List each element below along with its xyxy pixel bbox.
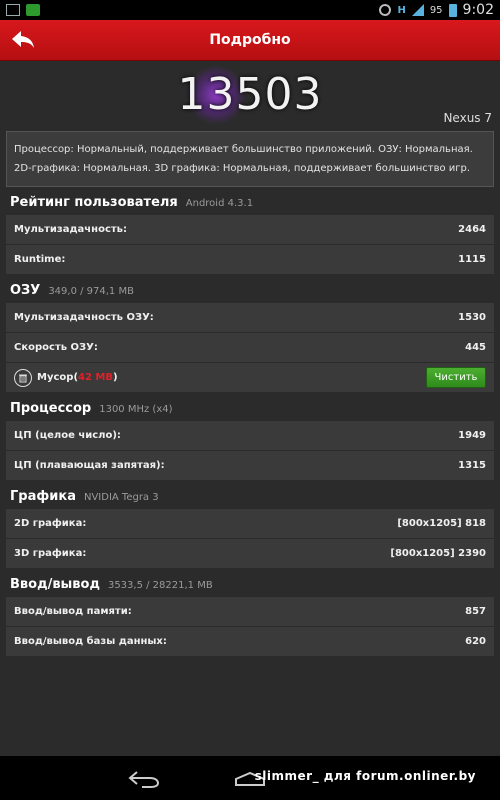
section-title: Ввод/вывод — [10, 577, 100, 592]
score-area: 13503 Nexus 7 — [0, 61, 500, 131]
row-label: Мультизадачность: — [14, 224, 127, 235]
row-value: 2464 — [458, 224, 486, 235]
row-value: 1315 — [458, 460, 486, 471]
row-label: Runtime: — [14, 254, 66, 265]
junk-size: 42 MB — [78, 372, 113, 383]
section-subtitle: 3533,5 / 28221,1 MB — [107, 580, 213, 591]
row-value: 620 — [465, 636, 486, 647]
row-value: [800x1205] 2390 — [390, 548, 486, 559]
section-graphics: Графика NVIDIA Tegra 3 — [10, 489, 490, 505]
section-title: Процессор — [10, 401, 92, 416]
section-user-rating: Рейтинг пользователя Android 4.3.1 — [10, 195, 490, 211]
alarm-icon — [379, 4, 392, 16]
watermark: slimmer_ для forum.onliner.by — [254, 769, 476, 783]
device-name: Nexus 7 — [443, 111, 492, 125]
table-row: Ввод/вывод базы данных: 620 — [6, 627, 494, 657]
battery-icon — [448, 3, 457, 17]
row-label: 2D графика: — [14, 518, 87, 529]
back-arrow-icon[interactable] — [10, 28, 36, 52]
row-label: ЦП (плавающая запятая): — [14, 460, 165, 471]
table-row: Runtime: 1115 — [6, 245, 494, 275]
row-label: ЦП (целое число): — [14, 430, 121, 441]
table-row: 3D графика: [800x1205] 2390 — [6, 539, 494, 569]
section-subtitle: 1300 MHz (x4) — [99, 404, 173, 415]
row-label: Скорость ОЗУ: — [14, 342, 98, 353]
section-subtitle: Android 4.3.1 — [185, 198, 254, 209]
signal-icon — [411, 4, 424, 16]
image-notification-icon — [6, 4, 20, 16]
app-header: Подробно — [0, 20, 500, 61]
summary-description: Процессор: Нормальный, поддерживает боль… — [6, 131, 494, 187]
battery-percent: 95 — [429, 4, 443, 16]
nav-back-icon[interactable] — [128, 770, 160, 788]
section-subtitle: 349,0 / 974,1 MB — [48, 286, 134, 297]
junk-row: Мусор(42 MB) Чистить — [6, 363, 494, 393]
table-row: ЦП (целое число): 1949 — [6, 421, 494, 451]
row-label: Ввод/вывод памяти: — [14, 606, 132, 617]
trash-icon — [14, 368, 32, 387]
row-label: 3D графика: — [14, 548, 87, 559]
status-bar: H 95 9:02 — [0, 0, 500, 20]
total-score: 13503 — [177, 69, 323, 120]
row-value: 445 — [465, 342, 486, 353]
table-row: Скорость ОЗУ: 445 — [6, 333, 494, 363]
row-label: Ввод/вывод базы данных: — [14, 636, 167, 647]
section-ram: ОЗУ 349,0 / 974,1 MB — [10, 283, 490, 299]
app-notification-icon — [26, 4, 40, 16]
row-value: 1530 — [458, 312, 486, 323]
section-subtitle: NVIDIA Tegra 3 — [83, 492, 159, 503]
clean-button[interactable]: Чистить — [426, 367, 486, 388]
junk-text: Мусор — [37, 372, 74, 383]
network-type: H — [397, 4, 406, 16]
table-row: 2D графика: [800x1205] 818 — [6, 509, 494, 539]
junk-label: Мусор(42 MB) — [37, 372, 118, 383]
row-value: 1949 — [458, 430, 486, 441]
page-title: Подробно — [209, 32, 291, 48]
row-value: [800x1205] 818 — [397, 518, 486, 529]
section-title: Графика — [10, 489, 76, 504]
table-row: Ввод/вывод памяти: 857 — [6, 597, 494, 627]
section-cpu: Процессор 1300 MHz (x4) — [10, 401, 490, 417]
table-row: Мультизадачность ОЗУ: 1530 — [6, 303, 494, 333]
section-title: Рейтинг пользователя — [10, 195, 178, 210]
row-label: Мультизадачность ОЗУ: — [14, 312, 154, 323]
section-io: Ввод/вывод 3533,5 / 28221,1 MB — [10, 577, 490, 593]
table-row: Мультизадачность: 2464 — [6, 215, 494, 245]
section-title: ОЗУ — [10, 283, 41, 298]
row-value: 1115 — [458, 254, 486, 265]
navigation-bar: slimmer_ для forum.onliner.by — [0, 756, 500, 800]
table-row: ЦП (плавающая запятая): 1315 — [6, 451, 494, 481]
row-value: 857 — [465, 606, 486, 617]
clock: 9:02 — [462, 2, 494, 18]
